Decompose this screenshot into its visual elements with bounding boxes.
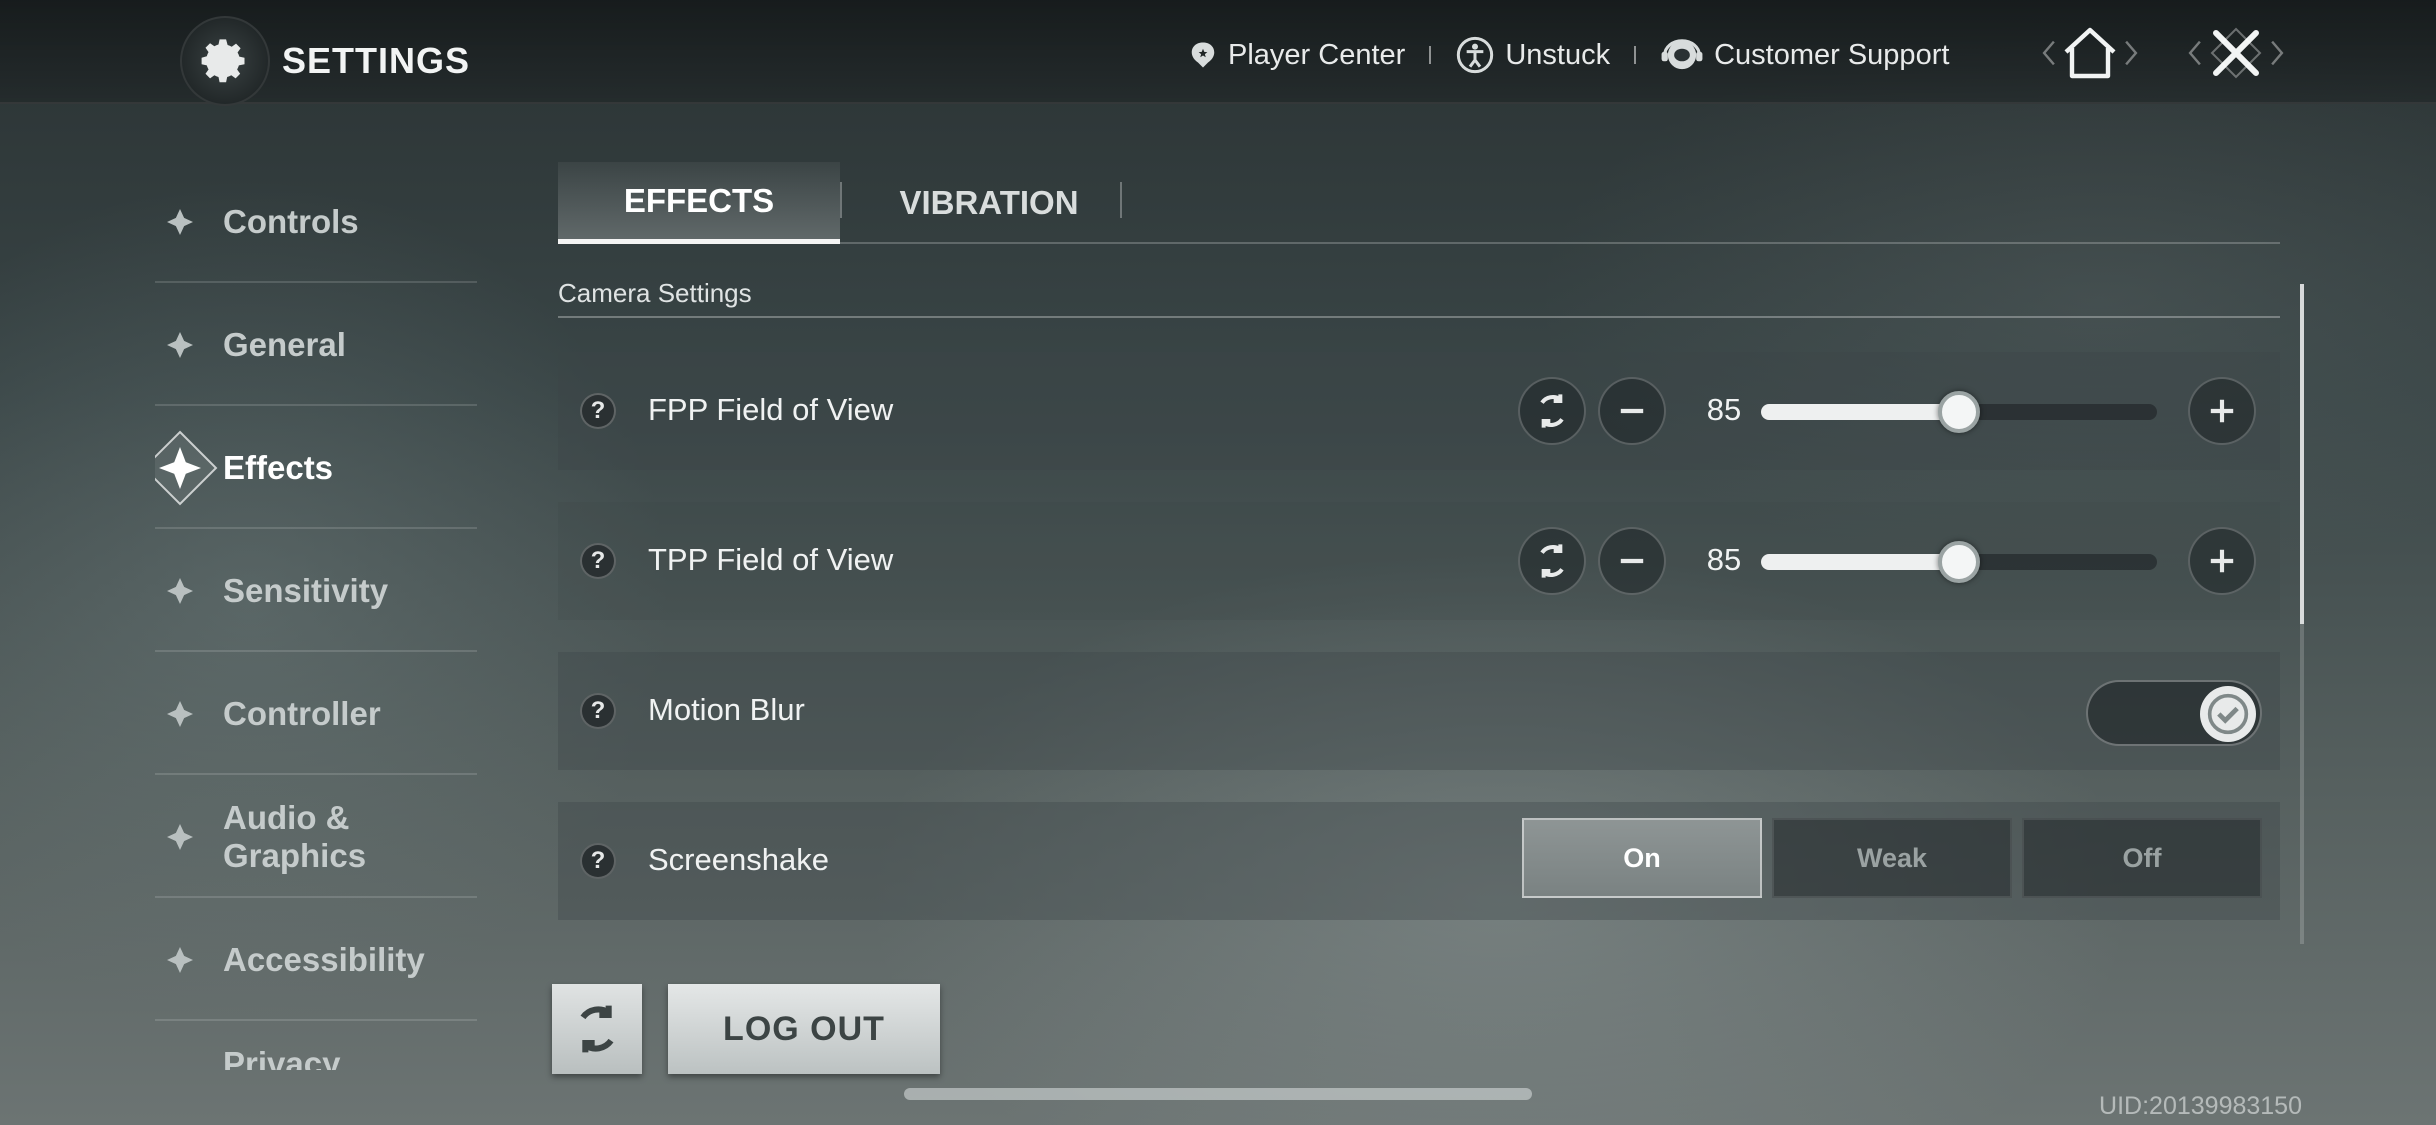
diamond-icon <box>167 332 193 358</box>
toggle-knob <box>2200 686 2256 742</box>
minus-icon <box>1620 558 1644 564</box>
section-divider <box>558 316 2280 318</box>
logout-button[interactable]: LOG OUT <box>668 984 940 1074</box>
setting-row-fpp: ? FPP Field of View 85 <box>558 352 2280 470</box>
diamond-icon <box>167 578 193 604</box>
setting-label: Motion Blur <box>648 692 805 727</box>
diamond-icon <box>167 209 193 235</box>
setting-row-tpp: ? TPP Field of View 85 <box>558 502 2280 620</box>
diamond-icon <box>167 947 193 973</box>
sidebar-item-audio-graphics[interactable]: Audio & Graphics <box>155 775 477 898</box>
sidebar: Controls General Effects Sensitivity Con… <box>155 160 477 1070</box>
reset-icon <box>1540 394 1564 428</box>
increase-fpp-button[interactable] <box>2188 377 2256 445</box>
close-button[interactable] <box>2186 20 2286 86</box>
sidebar-item-label: Audio & Graphics <box>223 798 367 874</box>
reset-icon <box>580 1005 614 1053</box>
customer-support-link[interactable]: Customer Support <box>1660 37 1949 73</box>
checkmark-icon <box>2207 693 2249 735</box>
home-icon <box>2064 27 2116 79</box>
decrease-fpp-button[interactable] <box>1598 377 1666 445</box>
tpp-value: 85 <box>1706 542 1742 577</box>
diamond-active-icon <box>155 430 218 506</box>
screenshake-option-on[interactable]: On <box>1522 818 1762 898</box>
divider <box>1634 46 1637 64</box>
tab-bar: EFFECTS VIBRATION <box>558 162 2280 244</box>
sidebar-item-label: General <box>223 325 346 363</box>
sidebar-item-controller[interactable]: Controller <box>155 652 477 775</box>
sidebar-item-sensitivity[interactable]: Sensitivity <box>155 529 477 652</box>
screenshake-option-off[interactable]: Off <box>2022 818 2262 898</box>
player-center-label: Player Center <box>1228 38 1406 71</box>
decrease-tpp-button[interactable] <box>1598 527 1666 595</box>
top-bar: SETTINGS Player Center Unstuck Customer … <box>0 0 2436 106</box>
scrollbar[interactable] <box>2300 284 2304 944</box>
sidebar-item-label: Controller <box>223 694 381 732</box>
screenshake-option-weak[interactable]: Weak <box>1772 818 2012 898</box>
page-title: SETTINGS <box>282 40 471 81</box>
help-icon[interactable]: ? <box>580 543 616 579</box>
help-icon[interactable]: ? <box>580 843 616 879</box>
top-links: Player Center Unstuck Customer Support <box>1188 30 1949 80</box>
setting-row-screenshake: ? Screenshake On Weak Off <box>558 802 2280 920</box>
slider-fill <box>1761 404 1959 420</box>
brand: SETTINGS <box>180 16 470 106</box>
player-center-icon <box>1191 42 1215 68</box>
diamond-icon <box>167 701 193 727</box>
motion-blur-toggle[interactable] <box>2086 680 2262 746</box>
help-icon[interactable]: ? <box>580 393 616 429</box>
customer-support-icon <box>1661 39 1703 70</box>
section-title: Camera Settings <box>558 278 752 308</box>
diamond-icon <box>167 824 193 850</box>
help-icon[interactable]: ? <box>580 693 616 729</box>
sidebar-item-label: Sensitivity <box>223 571 389 609</box>
unstuck-icon <box>1457 36 1494 74</box>
scrollbar-thumb[interactable] <box>2300 284 2304 624</box>
sidebar-item-accessibility[interactable]: Accessibility <box>155 898 477 1021</box>
sidebar-item-privacy-settings[interactable]: Privacy Settings <box>155 1021 477 1071</box>
tpp-slider[interactable] <box>1761 541 2157 583</box>
slider-fill <box>1761 554 1959 570</box>
customer-support-label: Customer Support <box>1714 38 1950 71</box>
reset-tpp-button[interactable] <box>1518 527 1586 595</box>
increase-tpp-button[interactable] <box>2188 527 2256 595</box>
fpp-value: 85 <box>1706 392 1742 427</box>
player-center-link[interactable]: Player Center <box>1188 39 1405 72</box>
plus-icon <box>2210 399 2234 423</box>
close-icon <box>2210 27 2262 79</box>
sidebar-item-label: Controls <box>223 202 359 240</box>
slider-thumb[interactable] <box>1938 541 1980 583</box>
setting-label: TPP Field of View <box>648 542 894 577</box>
slider-thumb[interactable] <box>1938 391 1980 433</box>
setting-label: Screenshake <box>648 842 829 877</box>
unstuck-link[interactable]: Unstuck <box>1455 35 1610 75</box>
settings-gear-icon <box>180 16 270 106</box>
home-button[interactable] <box>2040 20 2140 86</box>
reset-all-button[interactable] <box>552 984 642 1074</box>
sidebar-item-label: Accessibility <box>223 940 425 978</box>
tab-divider <box>1120 182 1122 218</box>
tab-effects[interactable]: EFFECTS <box>558 162 840 244</box>
user-id: UID:20139983150 <box>2099 1092 2302 1120</box>
diamond-icon <box>165 1068 195 1070</box>
sidebar-item-effects[interactable]: Effects <box>155 406 477 529</box>
tab-vibration[interactable]: VIBRATION <box>840 162 1138 244</box>
sidebar-item-controls[interactable]: Controls <box>155 160 477 283</box>
minus-icon <box>1620 408 1644 414</box>
sidebar-item-general[interactable]: General <box>155 283 477 406</box>
sidebar-item-label: Effects <box>223 448 334 486</box>
plus-icon <box>2210 549 2234 573</box>
sidebar-item-label: Privacy Settings <box>223 1044 341 1071</box>
setting-label: FPP Field of View <box>648 392 894 427</box>
setting-row-motion-blur: ? Motion Blur <box>558 652 2280 770</box>
fpp-slider[interactable] <box>1761 391 2157 433</box>
home-indicator[interactable] <box>904 1088 1532 1100</box>
reset-fpp-button[interactable] <box>1518 377 1586 445</box>
reset-icon <box>1540 544 1564 578</box>
divider <box>1429 46 1432 64</box>
unstuck-label: Unstuck <box>1505 38 1611 71</box>
